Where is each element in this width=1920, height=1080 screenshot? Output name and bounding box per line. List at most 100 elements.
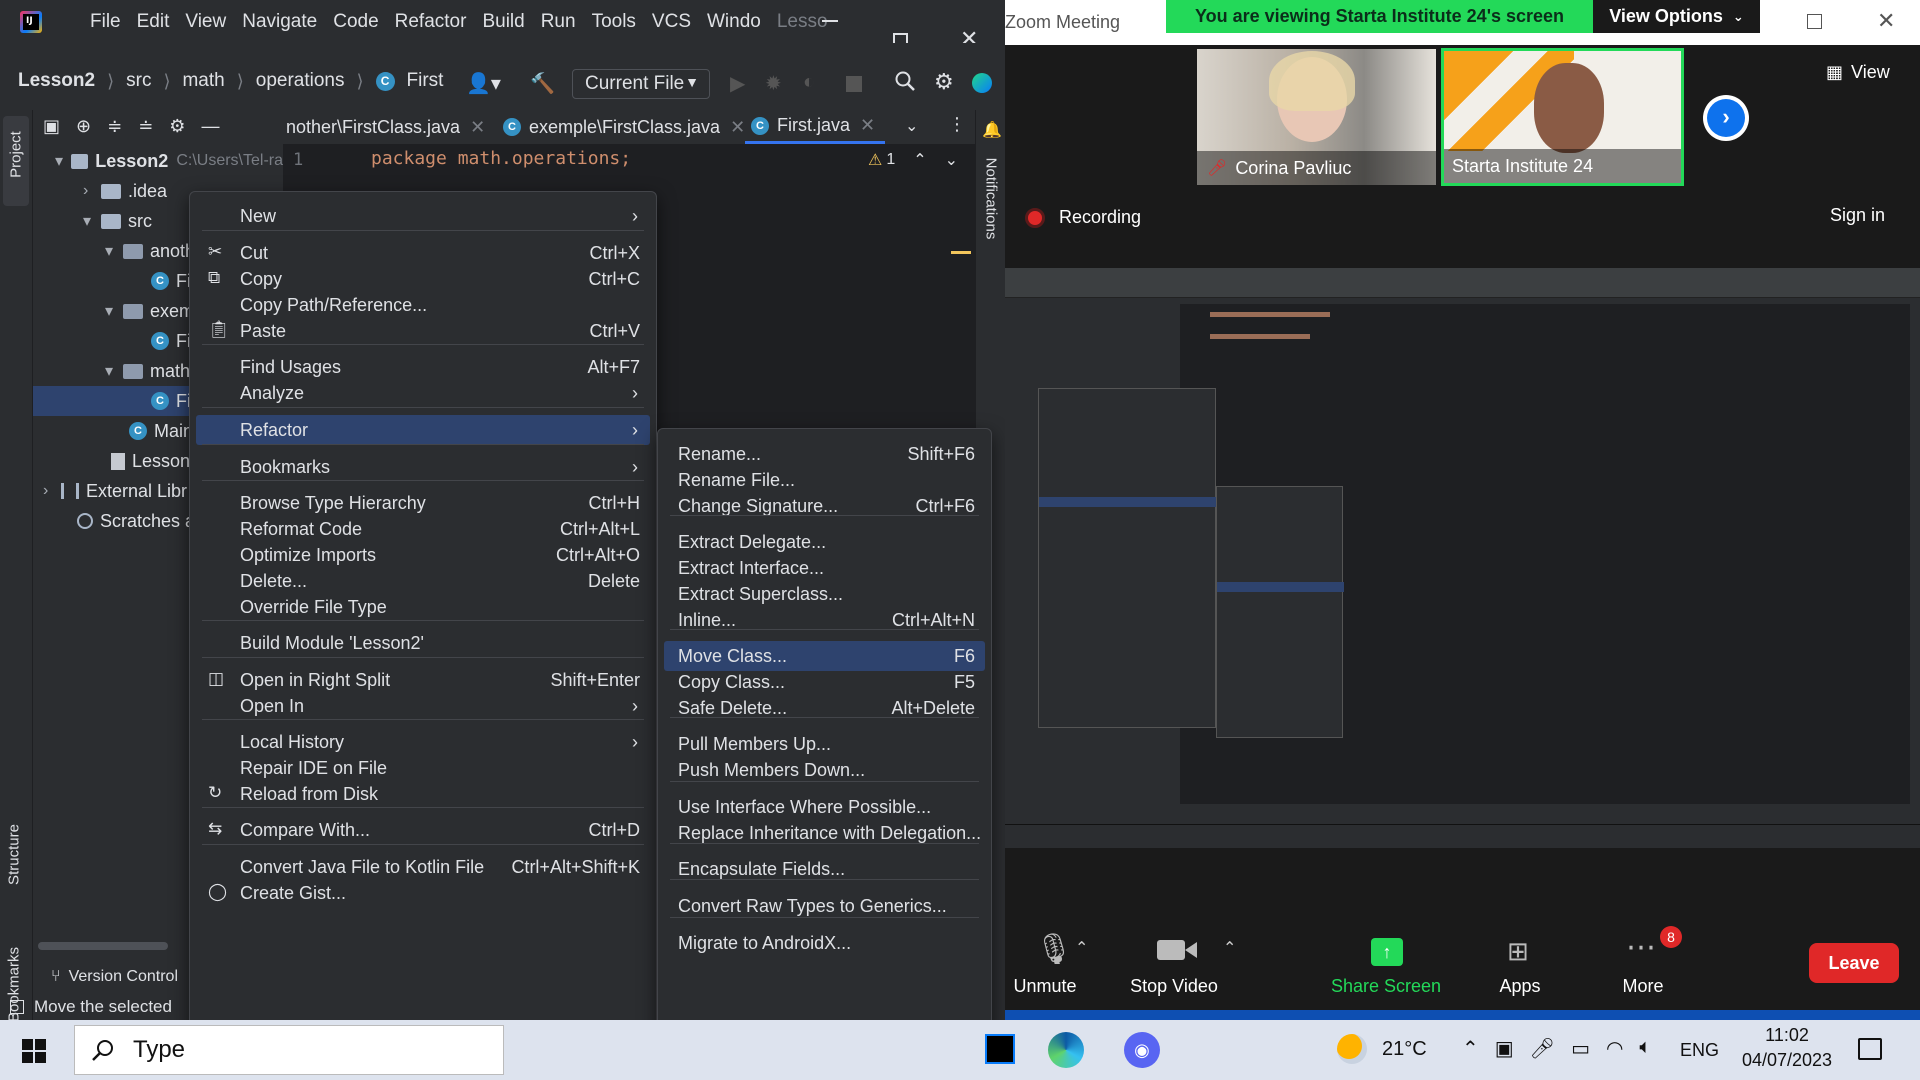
tree-item[interactable]: ▾ Lesson2 C:\Users\Tel-ra: [33, 146, 283, 176]
tab-first-java[interactable]: C First.java ✕: [745, 110, 885, 144]
language-indicator[interactable]: ENG: [1680, 1040, 1719, 1061]
expand-arrow-icon[interactable]: ›: [43, 482, 61, 500]
weather-temp[interactable]: 21°C: [1382, 1038, 1427, 1061]
participant-tile-starta[interactable]: Starta Institute 24: [1441, 48, 1684, 186]
menu-view[interactable]: View: [177, 11, 234, 33]
warning-indicator[interactable]: ⚠ 1 ⌃ ⌄: [868, 150, 958, 170]
menu-windo[interactable]: Windo: [699, 11, 769, 33]
expand-arrow-icon[interactable]: ›: [83, 182, 101, 200]
windows-start-icon[interactable]: [22, 1039, 46, 1063]
apps-button[interactable]: ⊞ Apps: [1455, 910, 1585, 1010]
menu-file[interactable]: File: [82, 11, 129, 33]
menu-code[interactable]: Code: [325, 11, 386, 33]
taskbar-app-edge-icon[interactable]: [1048, 1032, 1084, 1068]
taskbar-app-discord-icon[interactable]: ◉: [1124, 1032, 1160, 1068]
refactor-item-inline[interactable]: Inline... Ctrl+Alt+N: [664, 605, 985, 635]
context-menu-item-paste[interactable]: 📋︎ Paste Ctrl+V: [196, 316, 650, 346]
close-tab-icon[interactable]: ✕: [470, 117, 485, 138]
context-menu-item-build-module-lesson2[interactable]: Build Module 'Lesson2': [196, 628, 650, 658]
context-menu-item-refactor[interactable]: Refactor ›: [196, 415, 650, 445]
breadcrumb-math[interactable]: math: [182, 70, 224, 92]
refactor-item-migrate-to-androidx[interactable]: Migrate to AndroidX...: [664, 928, 985, 958]
intellij-logo-icon[interactable]: IJ: [20, 10, 42, 33]
tabs-dropdown-icon[interactable]: ⌄: [905, 116, 918, 136]
menu-edit[interactable]: Edit: [129, 11, 178, 33]
close-tab-icon[interactable]: ✕: [730, 117, 745, 138]
weather-icon[interactable]: [1337, 1034, 1367, 1064]
meet-now-icon[interactable]: ▣: [1495, 1036, 1514, 1061]
tab-another-firstclass[interactable]: nother\FirstClass.java ✕: [286, 110, 485, 144]
wifi-icon[interactable]: ◠: [1606, 1036, 1623, 1061]
more-button[interactable]: ⋯ 8 More: [1578, 910, 1708, 1010]
breadcrumb-first[interactable]: First: [407, 70, 444, 92]
hide-icon[interactable]: —: [201, 116, 219, 137]
next-page-button[interactable]: ›: [1703, 95, 1749, 141]
search-icon[interactable]: [895, 71, 915, 91]
battery-icon[interactable]: ▭: [1571, 1036, 1590, 1061]
recording-indicator[interactable]: Recording: [1025, 207, 1141, 228]
expand-all-icon[interactable]: ≑: [107, 116, 122, 137]
breadcrumb-operations[interactable]: operations: [256, 70, 345, 92]
stop-video-button[interactable]: Stop Video: [1109, 910, 1239, 1010]
context-menu-item-override-file-type[interactable]: Override File Type: [196, 592, 650, 622]
prev-highlight-icon[interactable]: ⌃: [913, 150, 926, 170]
user-icon[interactable]: 👤▾: [466, 71, 501, 96]
expand-arrow-icon[interactable]: ▾: [55, 151, 71, 171]
jetbrains-ai-icon[interactable]: [972, 73, 992, 93]
participant-tile-corina[interactable]: 🎤︎ Corina Pavliuc: [1197, 49, 1436, 185]
project-tool-button[interactable]: Project: [3, 116, 29, 206]
expand-arrow-icon[interactable]: ▾: [105, 361, 123, 381]
next-highlight-icon[interactable]: ⌄: [945, 150, 958, 170]
expand-arrow-icon[interactable]: ▾: [105, 241, 123, 261]
menu-run[interactable]: Run: [533, 11, 584, 33]
clock[interactable]: 11:02 04/07/2023: [1737, 1025, 1837, 1071]
view-options-button[interactable]: View Options ⌄: [1593, 0, 1760, 33]
code-line[interactable]: package math.operations;: [371, 148, 631, 169]
breadcrumb-project[interactable]: Lesson2: [18, 70, 95, 92]
close-icon[interactable]: ✕: [1877, 8, 1895, 34]
tray-chevron-up-icon[interactable]: ⌃: [1462, 1036, 1479, 1061]
menu-navigate[interactable]: Navigate: [234, 11, 325, 33]
context-menu-item-bookmarks[interactable]: Bookmarks ›: [196, 452, 650, 482]
maximize-icon[interactable]: [1807, 14, 1822, 29]
video-options-chevron-icon[interactable]: ⌃: [1223, 938, 1236, 958]
context-menu-item-new[interactable]: New ›: [196, 201, 650, 231]
notification-center-icon[interactable]: [1858, 1038, 1882, 1060]
notifications-label[interactable]: Notifications: [983, 144, 1000, 254]
collapse-all-icon[interactable]: ≐: [138, 116, 153, 137]
volume-icon[interactable]: 🔈︎: [1639, 1036, 1651, 1061]
menu-vcs[interactable]: VCS: [644, 11, 699, 33]
context-menu-item-reload-from-disk[interactable]: ↻ Reload from Disk: [196, 779, 650, 809]
expand-arrow-icon[interactable]: ▾: [83, 211, 101, 231]
notifications-bell-icon[interactable]: 🔔: [982, 120, 1002, 140]
refactor-item-safe-delete[interactable]: Safe Delete... Alt+Delete: [664, 693, 985, 723]
menu-tools[interactable]: Tools: [584, 11, 644, 33]
run-config-selector[interactable]: Current File ▼: [572, 69, 710, 99]
view-button[interactable]: ▦ View: [1826, 62, 1890, 83]
minimize-icon[interactable]: [822, 20, 838, 22]
stop-icon[interactable]: [846, 76, 862, 92]
share-screen-button[interactable]: ↑ Share Screen: [1321, 910, 1451, 1010]
taskbar-app-intellij-icon[interactable]: [985, 1034, 1015, 1064]
menu-build[interactable]: Build: [474, 11, 532, 33]
context-menu-item-compare-with[interactable]: ⇆ Compare With... Ctrl+D: [196, 815, 650, 845]
horizontal-scrollbar[interactable]: [38, 942, 168, 950]
coverage-icon[interactable]: ◐: [803, 71, 815, 94]
run-icon[interactable]: ▶: [730, 71, 745, 96]
locate-icon[interactable]: ⊕: [76, 116, 91, 137]
context-menu-item-create-gist[interactable]: ◯ Create Gist...: [196, 878, 650, 908]
tabs-more-icon[interactable]: ⋮: [948, 114, 966, 135]
close-tab-icon[interactable]: ✕: [860, 115, 875, 136]
audio-options-chevron-icon[interactable]: ⌃: [1075, 938, 1088, 958]
sign-in-button[interactable]: Sign in: [1830, 205, 1885, 226]
options-gear-icon[interactable]: ⚙: [169, 116, 185, 137]
leave-button[interactable]: Leave: [1809, 943, 1899, 983]
unmute-button[interactable]: 🎙︎ Unmute: [985, 910, 1105, 1010]
menu-refactor[interactable]: Refactor: [387, 11, 475, 33]
context-menu-item-open-in[interactable]: Open In ›: [196, 691, 650, 721]
breadcrumb-src[interactable]: src: [126, 70, 151, 92]
microphone-icon[interactable]: 🎤︎: [1530, 1036, 1555, 1061]
settings-gear-icon[interactable]: ⚙: [934, 69, 954, 95]
select-opened-icon[interactable]: ▣: [43, 116, 60, 137]
context-menu-item-analyze[interactable]: Analyze ›: [196, 378, 650, 408]
